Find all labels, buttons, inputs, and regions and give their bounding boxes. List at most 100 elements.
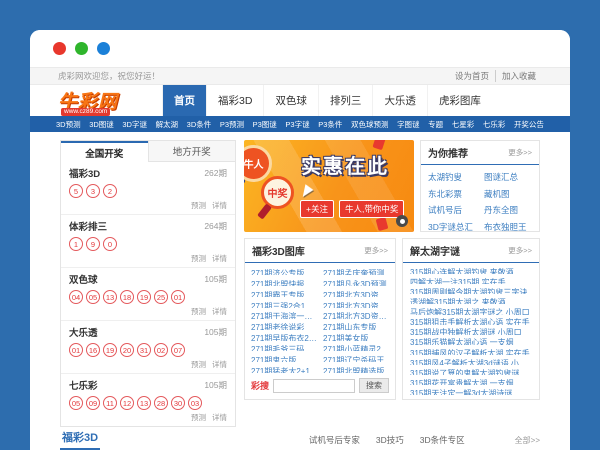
lottery-ball: 05	[69, 396, 83, 410]
taihu-link[interactable]: 315期花开富贵解太湖 一支烟	[410, 378, 532, 385]
recommend-link[interactable]: 太湖钓叟	[428, 171, 476, 183]
recommend-link[interactable]: 布衣独胆王	[484, 221, 532, 231]
recommend-more-link[interactable]: 更多>>	[508, 147, 532, 158]
minimize-window-dot[interactable]	[75, 42, 88, 55]
recommend-link[interactable]: 图谜汇总	[484, 171, 532, 183]
fucai3d-section-title[interactable]: 福彩3D	[60, 429, 101, 450]
subnav-link[interactable]: 七乐彩	[483, 119, 506, 130]
subnav-link[interactable]: 专题	[428, 119, 443, 130]
taihu-link[interactable]: 315期乐猫解太湖心语 一支烟	[410, 337, 532, 344]
tuku-link[interactable]: 271期北方3D资料3	[323, 290, 389, 297]
subnav-link[interactable]: 七星彩	[452, 119, 475, 130]
recommend-link[interactable]: 试机号后	[428, 204, 476, 216]
subnav-link[interactable]: 双色球预测	[351, 119, 389, 130]
promo-banner[interactable]: 牛人 中奖 实惠在此 +关注 牛人,带你中奖	[244, 140, 414, 232]
tuku-link[interactable]: 271期北方3D资料2	[323, 301, 389, 308]
subnav-link[interactable]: P3图谜	[253, 119, 277, 130]
lottery-entry-link[interactable]: 详情	[212, 253, 227, 264]
recommend-col1: 太湖钓叟东北彩票试机号后3D字谜总汇钱王杀码晚秋字谜	[428, 171, 476, 231]
tuku-link[interactable]: 271期霸王专版	[251, 290, 317, 297]
subnav-link[interactable]: 字图谜	[397, 119, 420, 130]
tuku-link[interactable]: 271期毛爷三码	[251, 344, 317, 351]
search-input[interactable]	[273, 378, 355, 393]
fucai3d-tab[interactable]: 3D条件专区	[420, 434, 465, 446]
lottery-ball: 25	[154, 290, 168, 304]
recommend-link[interactable]: 东北彩票	[428, 188, 476, 200]
taihu-link[interactable]: 透湖解315期太湖之 来敬酒	[410, 297, 532, 304]
tuku-title: 福彩3D图库	[252, 247, 305, 258]
subnav-link[interactable]: 3D预测	[56, 119, 81, 130]
tuku-link[interactable]: 271期鬼六版	[251, 355, 317, 362]
lottery-entry-link[interactable]: 预测	[191, 359, 206, 370]
lottery-entry-link[interactable]: 详情	[212, 306, 227, 317]
taihu-link[interactable]: 315期战中独解析太湖谜 小周口	[410, 327, 532, 334]
tuku-link[interactable]: 271期三强2合1	[251, 301, 317, 308]
close-window-dot[interactable]	[53, 42, 66, 55]
tuku-more-link[interactable]: 更多>>	[364, 245, 388, 256]
taihu-link[interactable]: 马后炮解315期太湖字谜之 小周口	[410, 307, 532, 314]
taihu-link[interactable]: 315期风4子解析太湖3d谜语 小周口	[410, 358, 532, 365]
subnav-link[interactable]: P3条件	[318, 119, 342, 130]
nav-tab[interactable]: 双色球	[263, 85, 318, 116]
recommend-link[interactable]: 3D字谜总汇	[428, 221, 476, 231]
taihu-link[interactable]: 315期说了算的鬼解太湖钓叟谜	[410, 368, 532, 375]
subnav-link[interactable]: 解太湖	[156, 119, 179, 130]
lottery-balls: 04 05 13 18 19 25 01	[69, 290, 227, 304]
add-favorite-link[interactable]: 加入收藏	[494, 70, 542, 82]
taihu-more-link[interactable]: 更多>>	[508, 245, 532, 256]
tuku-link[interactable]: 271期山东专版	[323, 322, 389, 329]
tuku-link[interactable]: 271期北方3D资料1	[323, 311, 389, 318]
follow-button[interactable]: +关注	[300, 200, 334, 218]
nav-tab[interactable]: 首页	[162, 85, 206, 116]
maximize-window-dot[interactable]	[97, 42, 110, 55]
tuku-link[interactable]: 271期北盟精选版	[323, 366, 389, 373]
taihu-link[interactable]: 315期心连解太湖钓叟 来敬酒	[410, 267, 532, 274]
bottom-row: 福彩3D图库 更多>> 271期济公专版 271期北盟快报 271期霸王专版 271期…	[244, 238, 540, 400]
taihu-link[interactable]: 四解太湖一注315期 实在手	[410, 277, 532, 284]
lottery-entry-link[interactable]: 预测	[191, 306, 206, 317]
tuku-link[interactable]: 271期老徐说彩	[251, 322, 317, 329]
subnav-link[interactable]: 3D字谜	[122, 119, 147, 130]
tuku-link[interactable]: 271期于海滨一句定…	[251, 311, 317, 318]
taihu-link[interactable]: 315期捕风的汉子解析太湖 实在手	[410, 348, 532, 355]
taihu-link[interactable]: 315期狙击手解析太湖心语 实在手	[410, 317, 532, 324]
tab-local-draws[interactable]: 地方开奖	[147, 141, 235, 162]
magnifier-lens-icon: 中奖	[261, 176, 294, 209]
tuku-link[interactable]: 271期猛老大2+1	[251, 366, 317, 373]
tuku-link[interactable]: 271期凡永3D预测	[323, 279, 389, 286]
lottery-entry-link[interactable]: 详情	[212, 412, 227, 423]
tuku-link[interactable]: 271期早版布衣2+1	[251, 333, 317, 340]
lottery-entry-link[interactable]: 详情	[212, 359, 227, 370]
subnav-link[interactable]: P3字谜	[285, 119, 309, 130]
nav-tab[interactable]: 虎彩图库	[426, 85, 492, 116]
tuku-link[interactable]: 271期济公专版	[251, 268, 317, 275]
tuku-link[interactable]: 271期北盟快报	[251, 279, 317, 286]
subnav-link[interactable]: P3预测	[220, 119, 244, 130]
fucai3d-tab[interactable]: 3D技巧	[376, 434, 404, 446]
subnav-link[interactable]: 3D条件	[187, 119, 212, 130]
nav-tab[interactable]: 福彩3D	[206, 85, 263, 116]
tuku-link[interactable]: 271期美女版	[323, 333, 389, 340]
nav-tab[interactable]: 排列三	[317, 85, 373, 116]
subnav-link[interactable]: 开奖公告	[514, 119, 544, 130]
fucai3d-tab[interactable]: 试机号后专家	[309, 434, 360, 446]
tuku-link[interactable]: 271期小蓝精灵2+1	[323, 344, 389, 351]
recommend-link[interactable]: 丹东全图	[484, 204, 532, 216]
site-logo[interactable]: 牛彩网 www.cz89.com	[58, 85, 162, 116]
taihu-link[interactable]: 315期周刚解今期太湖钓叟三字诀	[410, 287, 532, 294]
lottery-entry-link[interactable]: 预测	[191, 412, 206, 423]
tuku-link[interactable]: 271期辽宁杀码王	[323, 355, 389, 362]
lottery-entry-link[interactable]: 预测	[191, 253, 206, 264]
carousel-indicator[interactable]	[396, 215, 408, 227]
set-home-link[interactable]: 设为首页	[449, 70, 495, 82]
search-button[interactable]: 搜索	[359, 378, 389, 393]
nav-tab[interactable]: 大乐透	[372, 85, 427, 116]
recommend-link[interactable]: 藏机图	[484, 188, 532, 200]
lottery-entry-link[interactable]: 预测	[191, 200, 206, 211]
subnav-link[interactable]: 3D图谜	[89, 119, 114, 130]
lottery-entry-link[interactable]: 详情	[212, 200, 227, 211]
fucai3d-all-link[interactable]: 全部>>	[515, 435, 540, 450]
tab-national-draws[interactable]: 全国开奖	[61, 141, 148, 162]
taihu-link[interactable]: 315期天注定一解3d太湖诗谜	[410, 388, 532, 395]
tuku-link[interactable]: 271期孟庆奎预测	[323, 268, 389, 275]
